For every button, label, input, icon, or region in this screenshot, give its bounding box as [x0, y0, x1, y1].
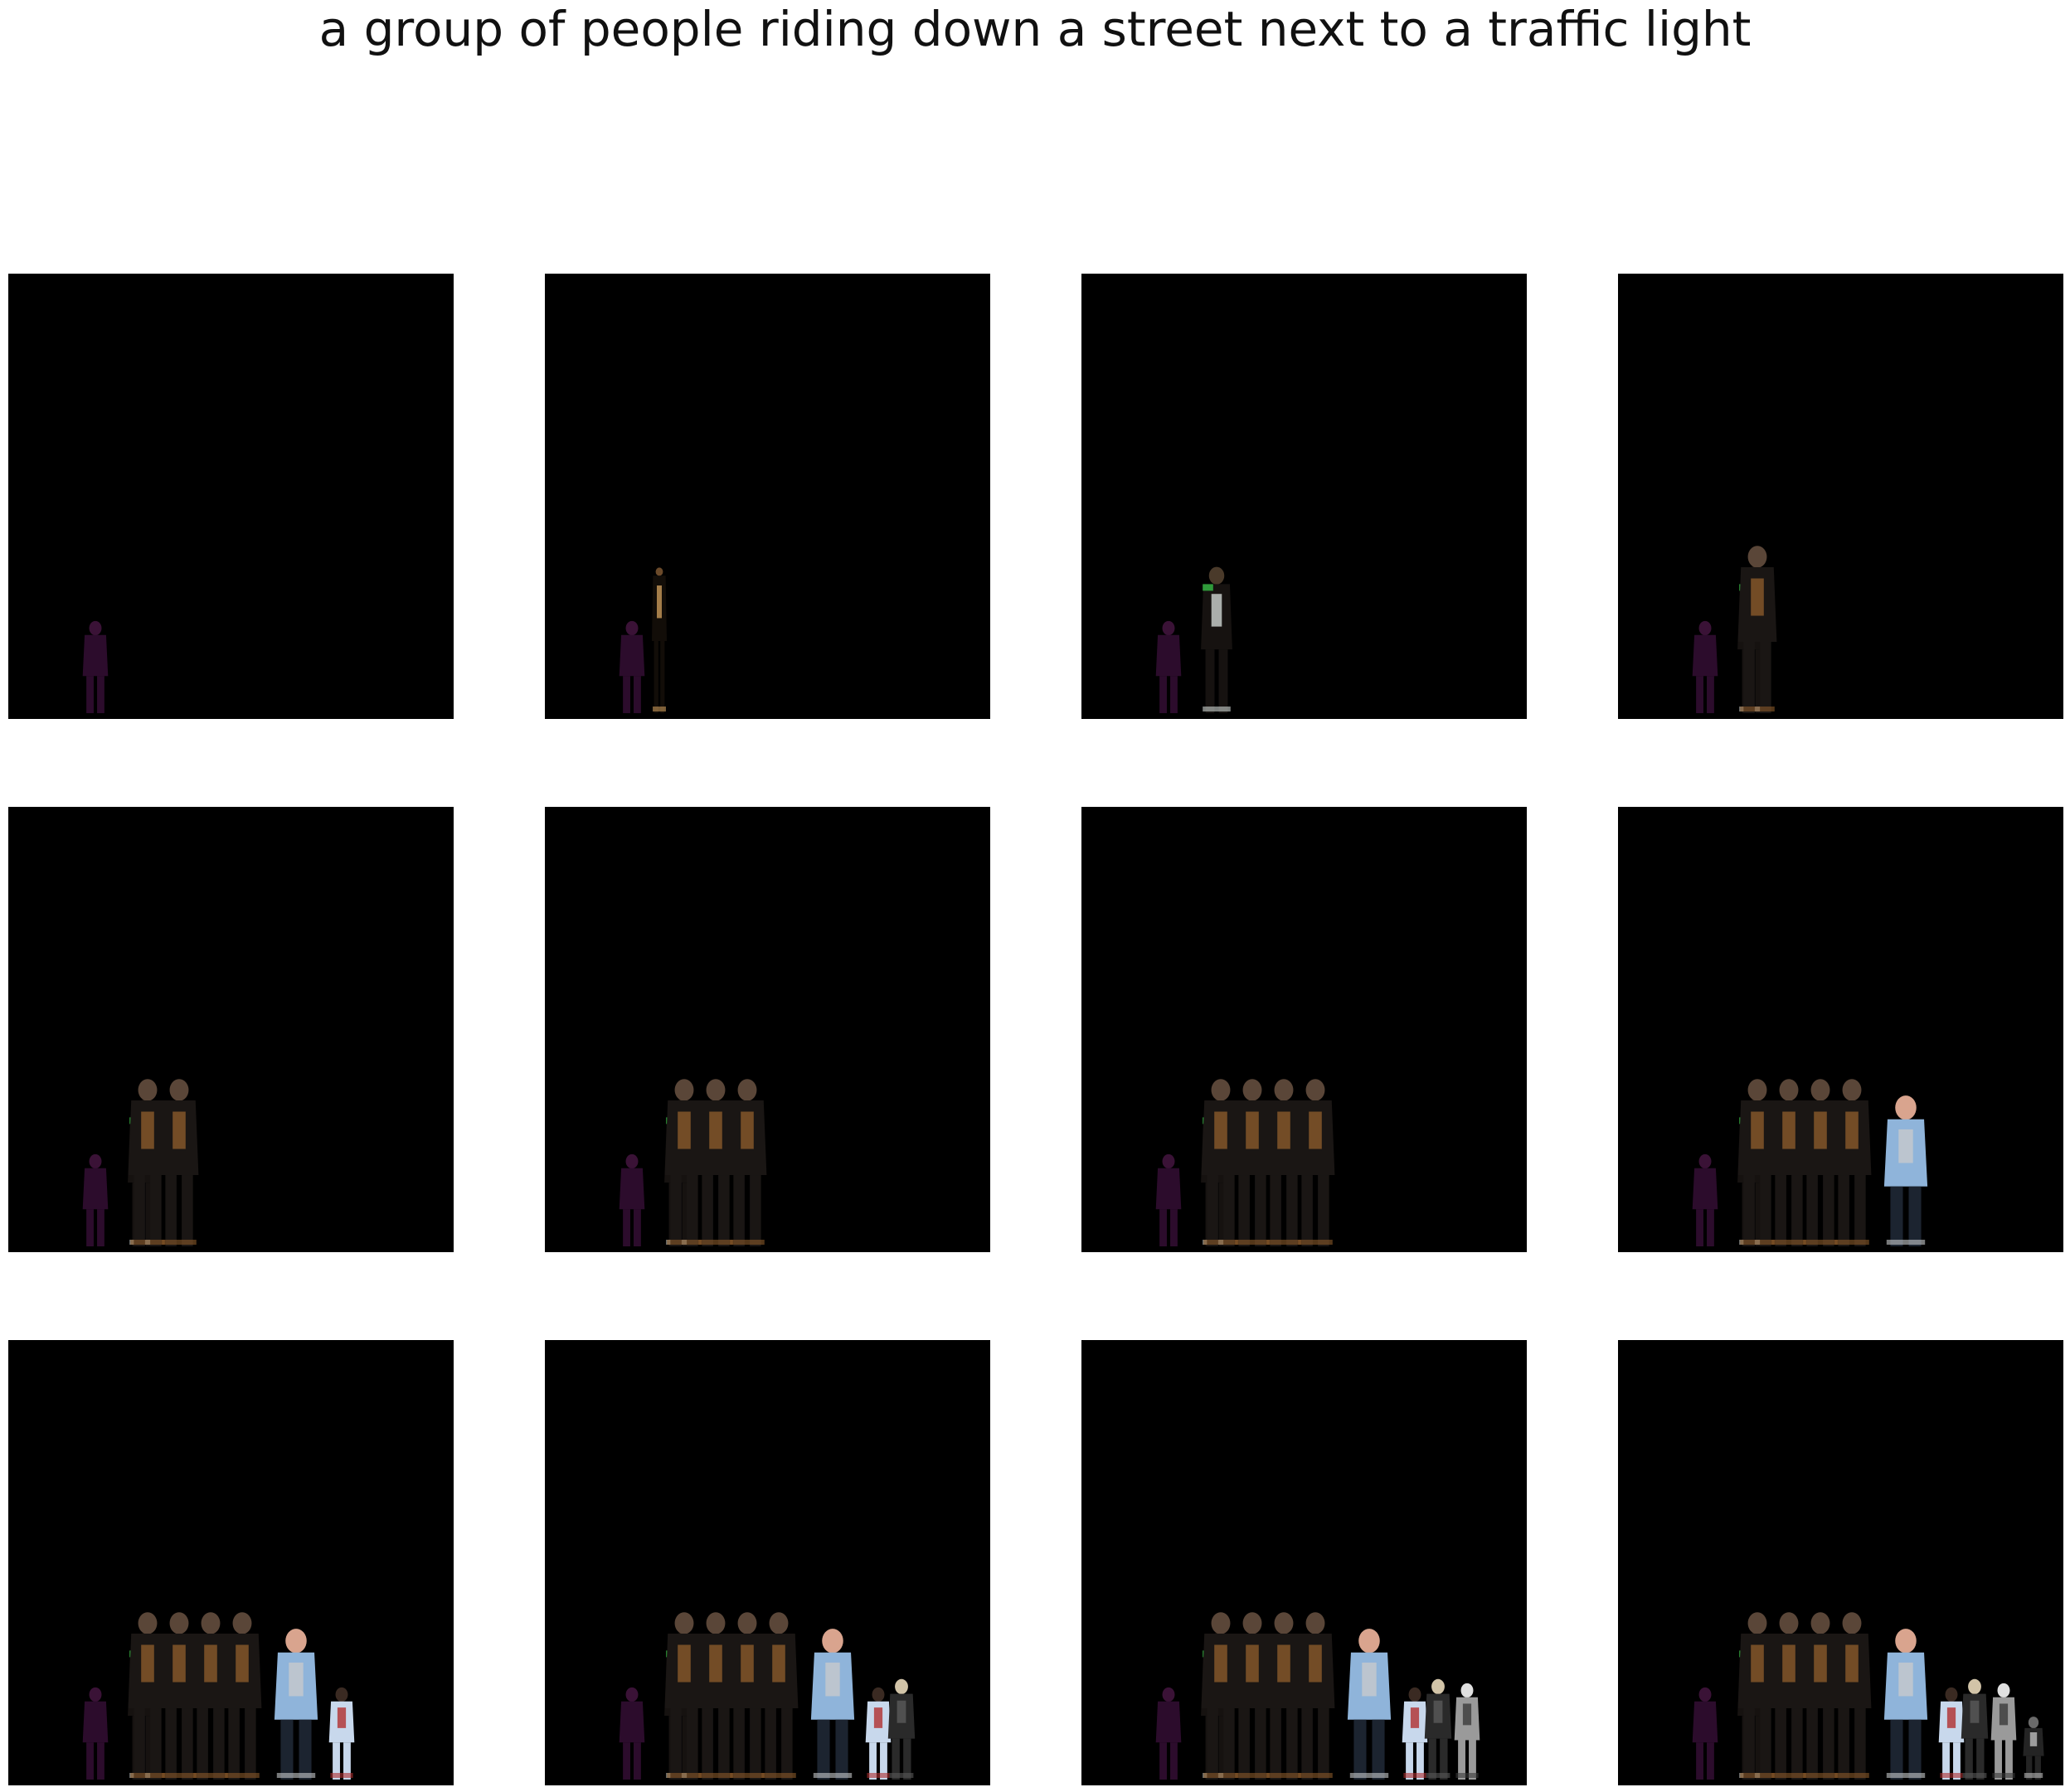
- dark-man: [222, 1612, 262, 1780]
- frame-image: [1692, 1079, 1928, 1246]
- purple-silhouette: [1155, 1153, 1182, 1246]
- frame-panel-11: [1081, 1340, 1527, 1785]
- grey-figure: [1454, 1683, 1480, 1780]
- purple-silhouette: [619, 620, 645, 713]
- frame-image: [1155, 566, 1232, 713]
- woman-pink-hat-blue-cape: [1883, 1629, 1928, 1780]
- small-dark-figure: [2023, 1717, 2044, 1780]
- frame-image: [1692, 546, 1777, 713]
- frame-panel-3: [1081, 274, 1527, 719]
- man-light-jacket: [865, 1687, 892, 1780]
- frame-panel-10: [545, 1340, 990, 1785]
- frame-image: [619, 1079, 767, 1246]
- frame-image: [1155, 1612, 1480, 1780]
- frame-panel-2: [545, 274, 990, 719]
- frame-panel-4: [1618, 274, 2063, 719]
- man-dark-coat: [1961, 1678, 1989, 1780]
- frame-panel-7: [1081, 807, 1527, 1252]
- purple-silhouette: [1692, 1687, 1718, 1780]
- dark-man: [759, 1612, 799, 1780]
- sliver-figure: [652, 567, 667, 713]
- frame-image: [619, 1612, 916, 1780]
- purple-silhouette: [1692, 620, 1718, 713]
- dark-man: [1295, 1612, 1335, 1780]
- man-light-jacket: [1938, 1687, 1965, 1780]
- man-dark-coat: [1424, 1678, 1452, 1780]
- frame-image: [619, 567, 667, 713]
- frame-image: [1155, 1079, 1335, 1246]
- purple-silhouette: [1155, 1687, 1182, 1780]
- dark-man: [1832, 1612, 1872, 1780]
- purple-silhouette: [82, 620, 109, 713]
- frame-image: [1692, 1612, 2044, 1780]
- frame-panel-1: [8, 274, 454, 719]
- frame-panel-9: [8, 1340, 454, 1785]
- purple-silhouette: [82, 1153, 109, 1246]
- woman-pink-hat-blue-cape: [1347, 1629, 1392, 1780]
- frame-image: [82, 620, 109, 713]
- figure-caption: a group of people riding down a street n…: [318, 1, 1752, 57]
- frame-image: [82, 1612, 355, 1780]
- man-dark-coat: [887, 1678, 916, 1780]
- frame-panel-5: [8, 807, 454, 1252]
- woman-pink-hat-blue-cape: [810, 1629, 855, 1780]
- woman-pink-hat-blue-cape: [274, 1629, 318, 1780]
- frame-image: [82, 1079, 199, 1246]
- woman-white-shirt: [1201, 566, 1232, 713]
- man-light-jacket: [328, 1687, 355, 1780]
- purple-silhouette: [82, 1687, 109, 1780]
- man-light-jacket: [1402, 1687, 1428, 1780]
- woman-pink-hat-blue-cape: [1883, 1095, 1928, 1246]
- purple-silhouette: [619, 1153, 645, 1246]
- frame-panel-6: [545, 807, 990, 1252]
- dark-man: [1832, 1079, 1872, 1246]
- purple-silhouette: [1692, 1153, 1718, 1246]
- grey-figure: [1990, 1683, 2017, 1780]
- purple-silhouette: [619, 1687, 645, 1780]
- frame-panel-12: [1618, 1340, 2063, 1785]
- dark-man: [1295, 1079, 1335, 1246]
- dark-man: [159, 1079, 199, 1246]
- purple-silhouette: [1155, 620, 1182, 713]
- frame-panel-8: [1618, 807, 2063, 1252]
- dark-man: [727, 1079, 767, 1246]
